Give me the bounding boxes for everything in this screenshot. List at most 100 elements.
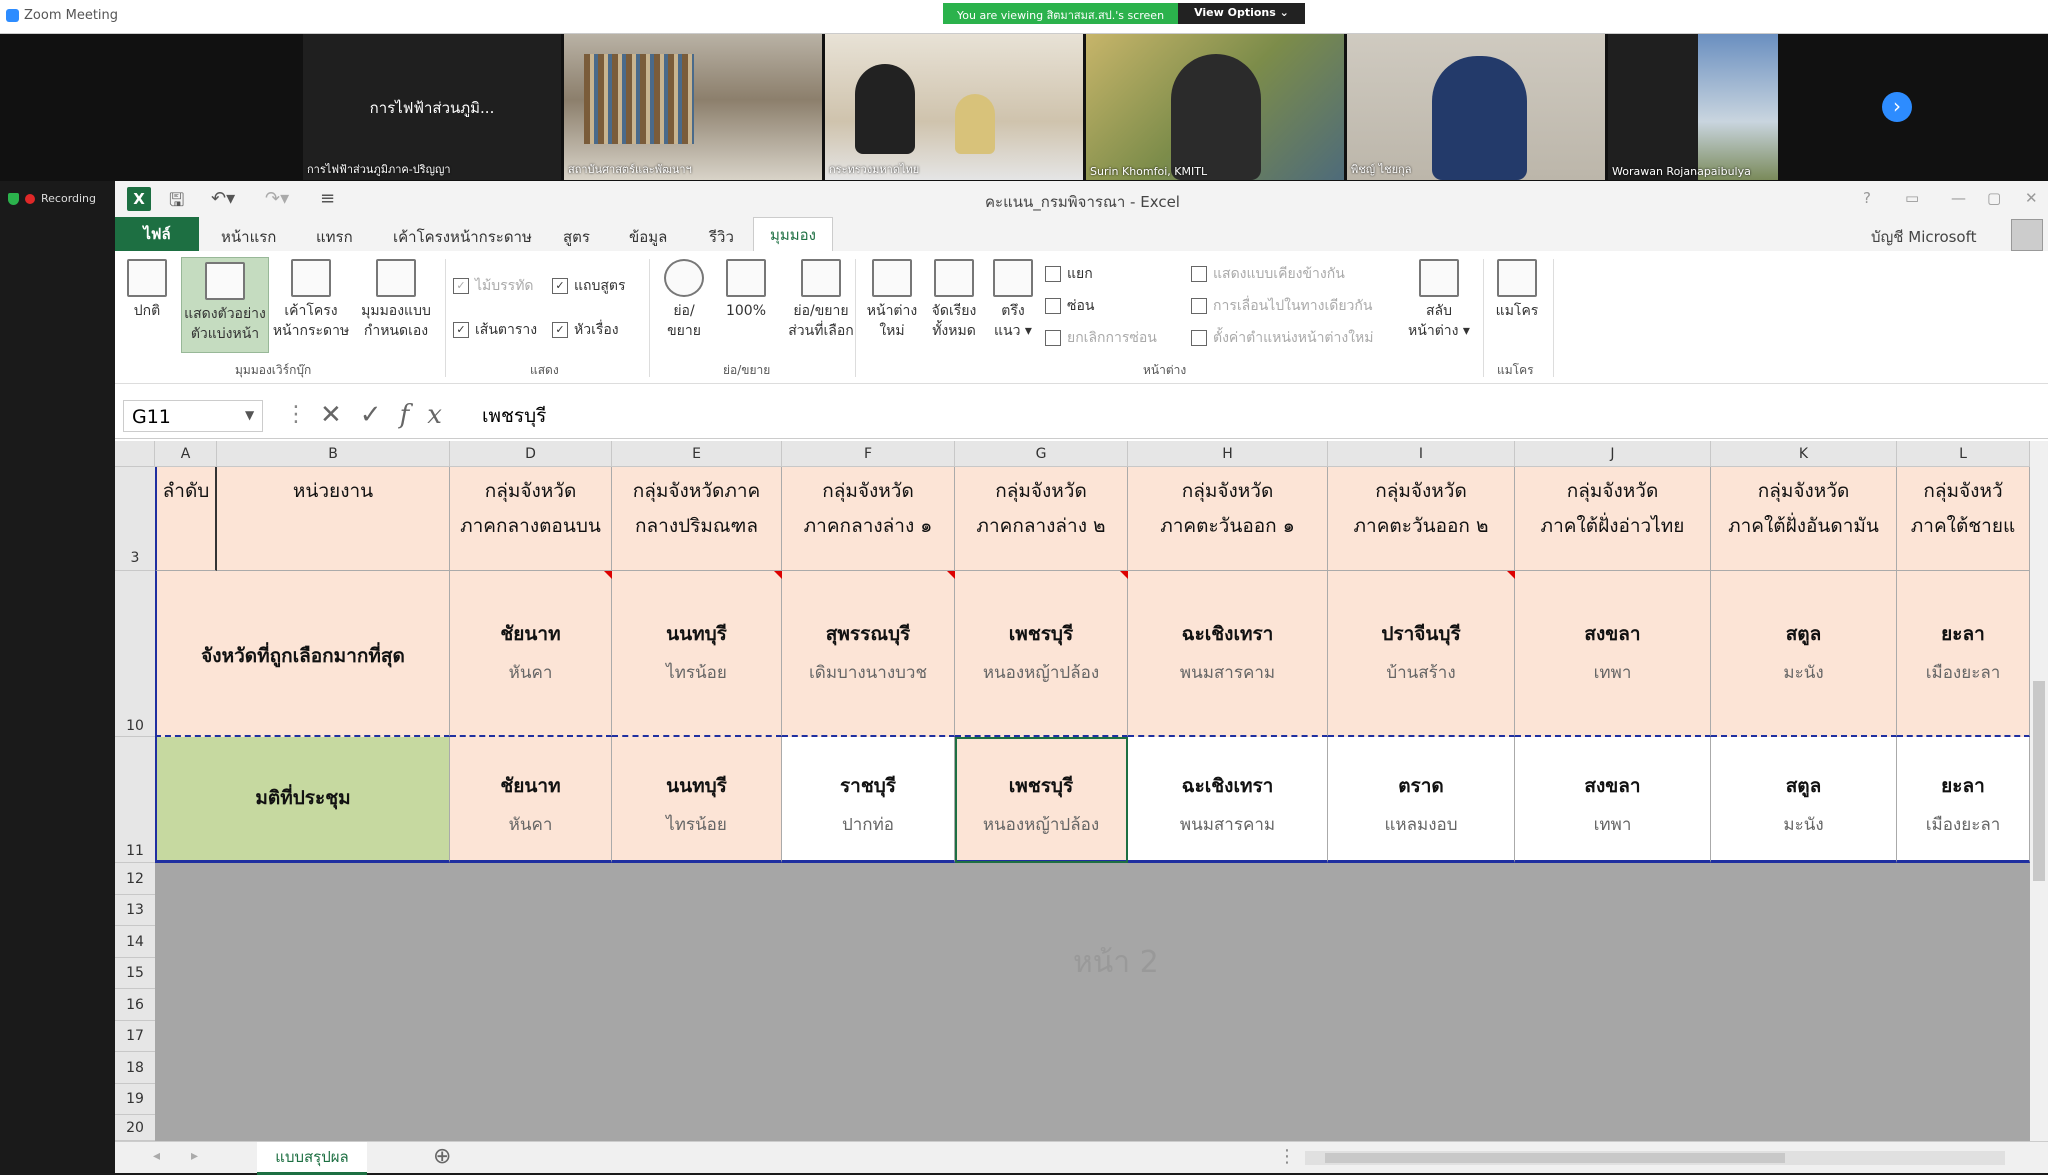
unhide-button[interactable]: ยกเลิกการซ่อน xyxy=(1045,327,1157,349)
column-header[interactable]: F xyxy=(782,441,955,467)
tab-data[interactable]: ข้อมูล xyxy=(629,225,667,249)
freeze-panes-button[interactable]: ตรึง แนว ▾ xyxy=(985,259,1041,341)
data-cell[interactable]: นนทบุรี ไทรน้อย xyxy=(612,571,782,737)
row-header[interactable]: 3 xyxy=(115,467,155,571)
zoom-to-selection-button[interactable]: ย่อ/ขยาย ส่วนที่เลือก xyxy=(779,259,863,341)
customize-qat-icon[interactable]: ≡ xyxy=(320,188,335,209)
column-header[interactable]: G xyxy=(955,441,1128,467)
header-cell-group[interactable]: กลุ่มจังหวัด ภาคใต้ฝั่งอ่าวไทย xyxy=(1515,467,1711,571)
tab-view[interactable]: มุมมอง xyxy=(753,217,833,251)
column-header[interactable]: B xyxy=(217,441,450,467)
chevron-left-icon[interactable]: ◂ xyxy=(153,1148,160,1164)
row-header[interactable]: 16 xyxy=(115,989,155,1021)
formula-bar-checkbox[interactable]: ✓ แถบสูตร xyxy=(552,275,626,297)
column-header[interactable]: K xyxy=(1711,441,1897,467)
normal-view-button[interactable]: ปกติ xyxy=(121,259,173,321)
header-cell-group[interactable]: กลุ่มจังหวัด ภาคตะวันออก ๑ xyxy=(1128,467,1328,571)
recording-indicator[interactable]: Recording xyxy=(8,192,96,205)
split-button[interactable]: แยก xyxy=(1045,263,1093,285)
column-header[interactable]: D xyxy=(450,441,612,467)
row-header[interactable]: 13 xyxy=(115,895,155,926)
reset-window-position-button[interactable]: ตั้งค่าตำแหน่งหน้าต่างใหม่ xyxy=(1191,327,1374,349)
row-header[interactable]: 17 xyxy=(115,1021,155,1052)
data-cell[interactable]: ราชบุรี ปากท่อ xyxy=(782,737,955,863)
participant-tile[interactable]: Worawan Rojanapaibulya xyxy=(1608,34,1778,180)
header-cell-group[interactable]: กลุ่มจังหวัด ภาคตะวันออก ๒ xyxy=(1328,467,1515,571)
row-header[interactable]: 18 xyxy=(115,1052,155,1084)
header-cell-group[interactable]: กลุ่มจังหวัด ภาคใต้ฝั่งอันดามัน xyxy=(1711,467,1897,571)
hide-button[interactable]: ซ่อน xyxy=(1045,295,1094,317)
enter-icon[interactable]: ✓ xyxy=(360,400,400,430)
avatar[interactable] xyxy=(2011,219,2043,251)
switch-windows-button[interactable]: สลับ หน้าต่าง ▾ xyxy=(1405,259,1473,341)
chevron-down-icon[interactable]: ▼ xyxy=(245,408,254,422)
headings-checkbox[interactable]: ✓ หัวเรื่อง xyxy=(552,319,619,341)
view-side-by-side-button[interactable]: แสดงแบบเคียงข้างกัน xyxy=(1191,263,1345,285)
row-header[interactable]: 20 xyxy=(115,1115,155,1141)
ruler-checkbox[interactable]: ✓ ไม้บรรทัด xyxy=(453,275,534,297)
column-header[interactable]: E xyxy=(612,441,782,467)
sheet-tab[interactable]: แบบสรุปผล xyxy=(257,1142,367,1175)
close-icon[interactable]: ✕ xyxy=(2025,189,2038,207)
header-cell-order[interactable]: ลำดับ xyxy=(155,467,217,571)
row-header[interactable]: 19 xyxy=(115,1084,155,1115)
data-cell[interactable]: สงขลา เทพา xyxy=(1515,737,1711,863)
fx-icon[interactable]: fx xyxy=(400,400,460,430)
view-options-button[interactable]: View Options ⌄ xyxy=(1178,3,1305,24)
column-header[interactable]: A xyxy=(155,441,217,467)
maximize-icon[interactable]: ▢ xyxy=(1987,189,2001,207)
tab-file[interactable]: ไฟล์ xyxy=(115,217,199,251)
data-cell[interactable]: ฉะเชิงเทรา พนมสารคาม xyxy=(1128,737,1328,863)
data-cell[interactable]: ชัยนาท หันคา xyxy=(450,737,612,863)
minimize-icon[interactable]: — xyxy=(1951,189,1966,207)
help-icon[interactable]: ? xyxy=(1863,189,1871,207)
data-cell[interactable]: เพชรบุรี หนองหญ้าปล้อง xyxy=(955,737,1128,863)
data-cell[interactable]: สงขลา เทพา xyxy=(1515,571,1711,737)
tab-formulas[interactable]: สูตร xyxy=(563,225,590,249)
header-cell-group[interactable]: กลุ่มจังหวัด ภาคกลางล่าง ๒ xyxy=(955,467,1128,571)
tab-page-layout[interactable]: เค้าโครงหน้ากระดาษ xyxy=(393,225,532,249)
sync-scroll-button[interactable]: การเลื่อนไปในทางเดียวกัน xyxy=(1191,295,1372,317)
data-cell[interactable]: ตราด แหลมงอบ xyxy=(1328,737,1515,863)
participant-tile[interactable]: พิชญ์ ไชยกุล xyxy=(1347,34,1605,180)
data-cell[interactable]: เพชรบุรี หนองหญ้าปล้อง xyxy=(955,571,1128,737)
row-header[interactable]: 10 xyxy=(115,571,155,737)
header-cell-group[interactable]: กลุ่มจังหวัด ภาคกลางตอนบน xyxy=(450,467,612,571)
macros-button[interactable]: แมโคร xyxy=(1489,259,1545,321)
vertical-scrollbar[interactable] xyxy=(2030,441,2048,1141)
account-label[interactable]: บัญชี Microsoft xyxy=(1871,225,1977,249)
row-header[interactable]: 11 xyxy=(115,737,155,863)
chevron-right-icon[interactable]: ▸ xyxy=(191,1148,198,1164)
custom-views-button[interactable]: มุมมองแบบ กำหนดเอง xyxy=(355,259,437,341)
data-cell[interactable]: ปราจีนบุรี บ้านสร้าง xyxy=(1328,571,1515,737)
page-layout-view-button[interactable]: เค้าโครง หน้ากระดาษ xyxy=(271,259,351,341)
data-cell[interactable]: ยะลา เมืองยะลา xyxy=(1897,737,2030,863)
column-header[interactable]: I xyxy=(1328,441,1515,467)
row-label-most-selected[interactable]: จังหวัดที่ถูกเลือกมากที่สุด xyxy=(155,571,450,737)
row-header[interactable]: 15 xyxy=(115,958,155,989)
cancel-icon[interactable]: ✕ xyxy=(320,400,360,430)
tab-insert[interactable]: แทรก xyxy=(316,225,353,249)
tab-home[interactable]: หน้าแรก xyxy=(221,225,276,249)
participant-tile[interactable]: สถาบันศาสตร์และพัฒนาฯ xyxy=(564,34,822,180)
ribbon-display-icon[interactable]: ▭ xyxy=(1905,189,1919,207)
formula-input[interactable]: เพชรบุรี xyxy=(470,400,2030,432)
redo-icon[interactable]: ↷▾ xyxy=(265,188,289,209)
new-window-button[interactable]: หน้าต่าง ใหม่ xyxy=(861,259,923,341)
name-box[interactable]: G11 xyxy=(123,400,263,432)
participant-tile[interactable]: Surin Khomfoi, KMITL xyxy=(1086,34,1344,180)
page-break-preview-button[interactable]: แสดงตัวอย่าง ตัวแบ่งหน้า xyxy=(181,257,269,353)
header-cell-group[interactable]: กลุ่มจังหวัดภาค กลางปริมณฑล xyxy=(612,467,782,571)
tab-review[interactable]: รีวิว xyxy=(709,225,734,249)
data-cell[interactable]: ฉะเชิงเทรา พนมสารคาม xyxy=(1128,571,1328,737)
more-icon[interactable]: ⋮ xyxy=(1278,1146,1296,1167)
data-cell[interactable]: สตูล มะนัง xyxy=(1711,737,1897,863)
data-cell[interactable]: ยะลา เมืองยะลา xyxy=(1897,571,2030,737)
row-header[interactable]: 12 xyxy=(115,863,155,895)
scroll-thumb[interactable] xyxy=(2033,681,2045,881)
data-cell[interactable]: สตูล มะนัง xyxy=(1711,571,1897,737)
select-all-corner[interactable] xyxy=(115,441,155,467)
arrange-all-button[interactable]: จัดเรียง ทั้งหมด xyxy=(925,259,983,341)
next-page-icon[interactable]: › xyxy=(1882,92,1912,122)
participant-tile[interactable]: กระทรวงมหาดไทย xyxy=(825,34,1083,180)
